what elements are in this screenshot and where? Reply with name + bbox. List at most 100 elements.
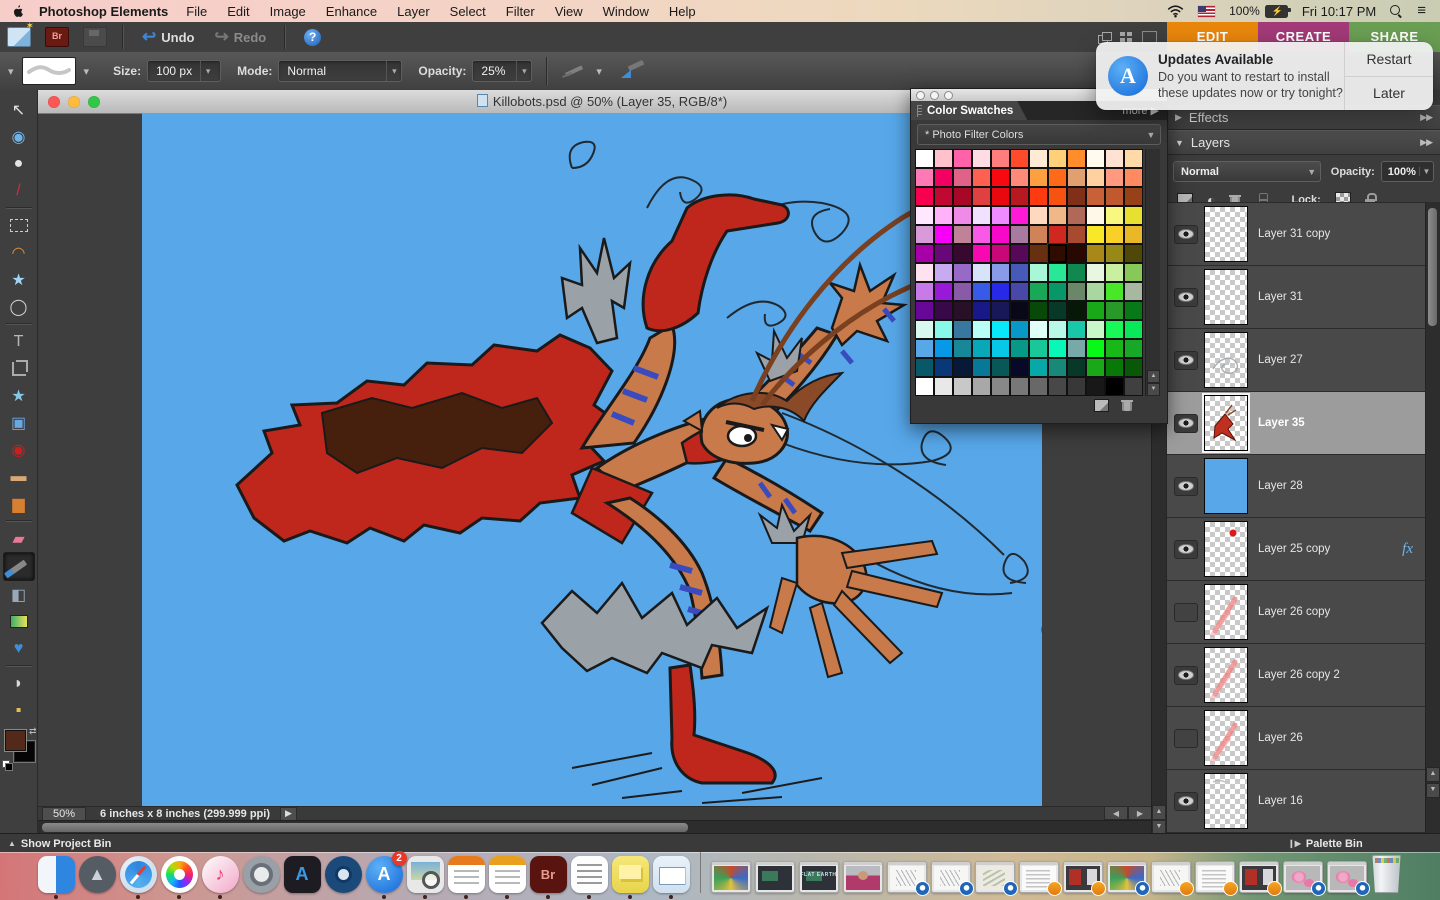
redo-button[interactable]: ↪Redo xyxy=(204,27,276,47)
color-swatch[interactable] xyxy=(1010,377,1029,396)
color-swatch[interactable] xyxy=(1105,149,1124,168)
color-swatch[interactable] xyxy=(991,187,1010,206)
min-window-map-dock-item[interactable] xyxy=(975,861,1015,893)
color-swatch[interactable] xyxy=(972,320,991,339)
color-swatch[interactable] xyxy=(1067,320,1086,339)
layer-visibility-toggle[interactable] xyxy=(1174,351,1198,370)
cascade-windows-icon[interactable] xyxy=(1098,32,1111,43)
layer-visibility-toggle[interactable] xyxy=(1174,225,1198,244)
menu-app-name[interactable]: Photoshop Elements xyxy=(39,4,168,19)
color-swatch[interactable] xyxy=(1124,225,1143,244)
lasso-tool[interactable]: ◠ xyxy=(4,239,34,266)
color-swatch[interactable] xyxy=(1029,320,1048,339)
color-swatch[interactable] xyxy=(1029,225,1048,244)
color-swatch[interactable] xyxy=(953,187,972,206)
color-swatch[interactable] xyxy=(934,301,953,320)
menu-item-file[interactable]: File xyxy=(176,4,217,19)
menu-item-image[interactable]: Image xyxy=(260,4,316,19)
min-window-portrait-dock-item[interactable] xyxy=(843,861,883,893)
color-swatch[interactable] xyxy=(991,358,1010,377)
color-swatch[interactable] xyxy=(1086,320,1105,339)
color-swatch[interactable] xyxy=(1105,358,1124,377)
color-swatch[interactable] xyxy=(953,339,972,358)
color-swatch[interactable] xyxy=(953,282,972,301)
layer-thumbnail[interactable] xyxy=(1204,773,1248,829)
sponge-tool[interactable]: ▪ xyxy=(4,697,34,724)
input-source-flag-icon[interactable] xyxy=(1198,6,1215,17)
layer-thumbnail[interactable] xyxy=(1204,647,1248,703)
color-swatch[interactable] xyxy=(1086,225,1105,244)
help-button[interactable]: ? xyxy=(304,29,321,46)
restart-button[interactable]: Restart xyxy=(1345,42,1433,77)
color-swatch[interactable] xyxy=(1105,168,1124,187)
status-popup-arrow-icon[interactable]: ▶ xyxy=(280,807,297,821)
color-swatch[interactable] xyxy=(934,282,953,301)
layer-row[interactable]: Layer 26 xyxy=(1167,707,1427,770)
marquee-tool[interactable] xyxy=(4,212,34,239)
layer-visibility-toggle[interactable] xyxy=(1174,666,1198,685)
bridge-dock-item[interactable]: Br xyxy=(530,856,567,893)
horizontal-scrollbar[interactable] xyxy=(38,820,1152,834)
color-swatch[interactable] xyxy=(991,301,1010,320)
airbrush-chevron-icon[interactable]: ▾ xyxy=(596,65,602,78)
color-swatch[interactable] xyxy=(991,149,1010,168)
min-window-panel-dock-item[interactable] xyxy=(1239,861,1279,893)
adobe-app-dock-item[interactable]: A xyxy=(284,856,321,893)
undo-button[interactable]: ↩Undo xyxy=(132,27,204,47)
color-swatch[interactable] xyxy=(1029,244,1048,263)
color-swatch[interactable] xyxy=(1105,320,1124,339)
min-window-flower-1-dock-item[interactable] xyxy=(1283,861,1323,893)
layer-name[interactable]: Layer 25 copy xyxy=(1258,543,1330,555)
show-project-bin-button[interactable]: ▲ Show Project Bin xyxy=(8,838,111,850)
color-swatch[interactable] xyxy=(953,301,972,320)
color-swatch[interactable] xyxy=(991,282,1010,301)
color-swatch[interactable] xyxy=(934,168,953,187)
color-swatch[interactable] xyxy=(953,206,972,225)
color-swatch[interactable] xyxy=(1048,301,1067,320)
color-swatch[interactable] xyxy=(991,206,1010,225)
color-swatch[interactable] xyxy=(1010,263,1029,282)
color-swatch[interactable] xyxy=(1029,301,1048,320)
eyedropper-tool[interactable]: / xyxy=(4,177,34,204)
collapse-chevron-icon[interactable]: ▾ xyxy=(8,65,14,78)
color-swatch[interactable] xyxy=(953,168,972,187)
color-swatch[interactable] xyxy=(953,244,972,263)
blend-mode-select[interactable]: Normal▼ xyxy=(1173,161,1321,182)
color-swatch[interactable] xyxy=(1124,282,1143,301)
color-swatch[interactable] xyxy=(1029,168,1048,187)
layer-name[interactable]: Layer 28 xyxy=(1258,480,1303,492)
tile-windows-icon[interactable] xyxy=(1120,32,1133,43)
color-swatch[interactable] xyxy=(1067,168,1086,187)
color-swatch[interactable] xyxy=(1029,187,1048,206)
color-swatch[interactable] xyxy=(953,225,972,244)
layers-scrollbar-thumb[interactable] xyxy=(1428,208,1437,326)
zoom-tool[interactable]: ◉ xyxy=(4,123,34,150)
layer-thumbnail[interactable] xyxy=(1204,458,1248,514)
color-swatch[interactable] xyxy=(934,206,953,225)
color-swatch[interactable] xyxy=(1067,339,1086,358)
color-swatch[interactable] xyxy=(1010,168,1029,187)
delete-swatch-icon[interactable] xyxy=(1121,399,1133,411)
size-dropdown-icon[interactable]: ▾ xyxy=(200,61,215,81)
min-window-text-doc-dock-item[interactable] xyxy=(1195,861,1235,893)
color-swatch[interactable] xyxy=(1010,358,1029,377)
layer-thumbnail[interactable] xyxy=(1204,395,1248,451)
color-swatch[interactable] xyxy=(1048,206,1067,225)
layers-scroll-up-button[interactable]: ▲ xyxy=(1426,767,1440,782)
shape-tool[interactable]: ♥ xyxy=(4,635,34,662)
color-swatch[interactable] xyxy=(1067,263,1086,282)
color-swatch[interactable] xyxy=(915,377,934,396)
mode-select[interactable]: Normal▾ xyxy=(278,60,402,82)
color-swatch[interactable] xyxy=(972,339,991,358)
collapse-triangle-icon[interactable]: ▶ xyxy=(1175,112,1182,123)
clone-stamp-tool[interactable]: ▆ xyxy=(4,490,34,517)
color-swatch[interactable] xyxy=(915,339,934,358)
swatches-tab[interactable]: Color Swatches xyxy=(911,101,1027,120)
layer-name[interactable]: Layer 16 xyxy=(1258,795,1303,807)
layer-thumbnail[interactable] xyxy=(1204,206,1248,262)
color-swatch[interactable] xyxy=(991,263,1010,282)
menu-item-enhance[interactable]: Enhance xyxy=(316,4,387,19)
color-swatch[interactable] xyxy=(1029,206,1048,225)
color-swatch[interactable] xyxy=(953,263,972,282)
color-swatch[interactable] xyxy=(915,225,934,244)
